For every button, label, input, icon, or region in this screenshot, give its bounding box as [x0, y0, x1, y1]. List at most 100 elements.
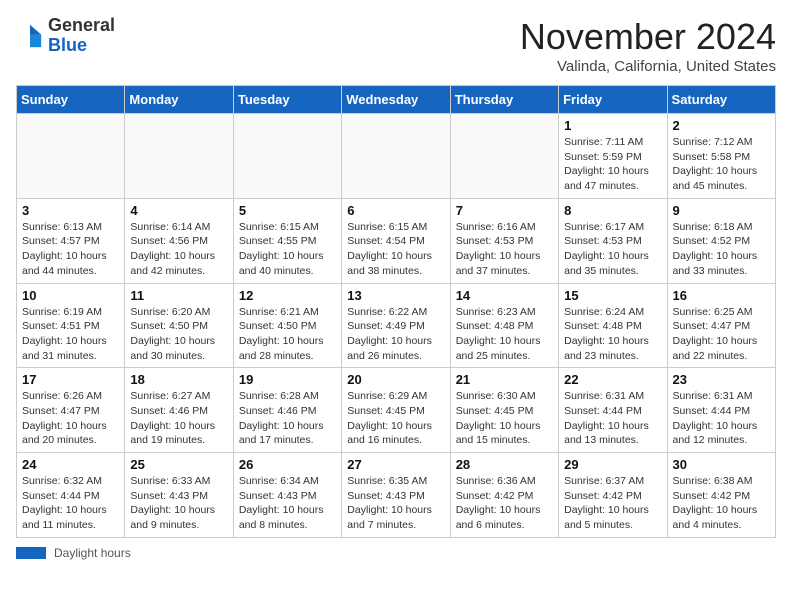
calendar-cell-w4d0: 24 Sunrise: 6:32 AM Sunset: 4:44 PM Dayli… [17, 453, 125, 538]
header: General Blue November 2024 Valinda, Cali… [16, 16, 776, 75]
day-info: Sunrise: 6:19 AM Sunset: 4:51 PM Dayligh… [22, 305, 119, 364]
logo: General Blue [16, 16, 115, 56]
day-number: 8 [564, 203, 661, 218]
calendar-cell-w3d2: 19Sunrise: 6:28 AM Sunset: 4:46 PM Dayli… [233, 368, 341, 453]
day-number: 24 [22, 457, 119, 472]
day-info: Sunrise: 6:27 AM Sunset: 4:46 PM Dayligh… [130, 389, 227, 448]
calendar: SundayMondayTuesdayWednesdayThursdayFrid… [16, 85, 776, 538]
day-number: 11 [130, 288, 227, 303]
calendar-header-saturday: Saturday [667, 86, 775, 114]
calendar-header-row: SundayMondayTuesdayWednesdayThursdayFrid… [17, 86, 776, 114]
day-info: Sunrise: 6:18 AM Sunset: 4:52 PM Dayligh… [673, 220, 770, 279]
day-number: 26 [239, 457, 336, 472]
day-info: Sunrise: 6:22 AM Sunset: 4:49 PM Dayligh… [347, 305, 444, 364]
day-info: Sunrise: 6:21 AM Sunset: 4:50 PM Dayligh… [239, 305, 336, 364]
day-number: 6 [347, 203, 444, 218]
day-info: Sunrise: 6:35 AM Sunset: 4:43 PM Dayligh… [347, 474, 444, 533]
day-number: 16 [673, 288, 770, 303]
calendar-cell-w4d6: 30Sunrise: 6:38 AM Sunset: 4:42 PM Dayli… [667, 453, 775, 538]
calendar-week-0: 1 Sunrise: 7:11 AM Sunset: 5:59 PM Daylig… [17, 114, 776, 199]
calendar-cell-w3d4: 21 Sunrise: 6:30 AM Sunset: 4:45 PM Dayli… [450, 368, 558, 453]
calendar-cell-w0d2 [233, 114, 341, 199]
title-area: November 2024 Valinda, California, Unite… [520, 16, 776, 75]
day-number: 19 [239, 372, 336, 387]
calendar-cell-w0d6: 2 Sunrise: 7:12 AM Sunset: 5:58 PM Daylig… [667, 114, 775, 199]
day-number: 13 [347, 288, 444, 303]
calendar-week-2: 10 Sunrise: 6:19 AM Sunset: 4:51 PM Dayli… [17, 283, 776, 368]
legend-label: Daylight hours [54, 546, 131, 560]
calendar-cell-w2d6: 16 Sunrise: 6:25 AM Sunset: 4:47 PM Dayli… [667, 283, 775, 368]
calendar-cell-w3d5: 22 Sunrise: 6:31 AM Sunset: 4:44 PM Dayli… [559, 368, 667, 453]
day-info: Sunrise: 6:20 AM Sunset: 4:50 PM Dayligh… [130, 305, 227, 364]
day-number: 17 [22, 372, 119, 387]
day-number: 29 [564, 457, 661, 472]
day-number: 23 [673, 372, 770, 387]
day-number: 21 [456, 372, 553, 387]
calendar-cell-w2d4: 14Sunrise: 6:23 AM Sunset: 4:48 PM Dayli… [450, 283, 558, 368]
day-number: 7 [456, 203, 553, 218]
day-number: 18 [130, 372, 227, 387]
day-number: 22 [564, 372, 661, 387]
day-number: 1 [564, 118, 661, 133]
day-info: Sunrise: 6:23 AM Sunset: 4:48 PM Dayligh… [456, 305, 553, 364]
day-number: 5 [239, 203, 336, 218]
day-number: 15 [564, 288, 661, 303]
day-number: 27 [347, 457, 444, 472]
calendar-cell-w0d5: 1 Sunrise: 7:11 AM Sunset: 5:59 PM Daylig… [559, 114, 667, 199]
day-info: Sunrise: 6:17 AM Sunset: 4:53 PM Dayligh… [564, 220, 661, 279]
day-number: 9 [673, 203, 770, 218]
day-info: Sunrise: 6:34 AM Sunset: 4:43 PM Dayligh… [239, 474, 336, 533]
calendar-cell-w1d3: 6 Sunrise: 6:15 AM Sunset: 4:54 PM Daylig… [342, 198, 450, 283]
calendar-cell-w3d6: 23 Sunrise: 6:31 AM Sunset: 4:44 PM Dayli… [667, 368, 775, 453]
calendar-cell-w1d0: 3 Sunrise: 6:13 AM Sunset: 4:57 PM Daylig… [17, 198, 125, 283]
calendar-cell-w3d0: 17 Sunrise: 6:26 AM Sunset: 4:47 PM Dayli… [17, 368, 125, 453]
calendar-cell-w0d0 [17, 114, 125, 199]
day-info: Sunrise: 7:11 AM Sunset: 5:59 PM Dayligh… [564, 135, 661, 194]
day-info: Sunrise: 6:30 AM Sunset: 4:45 PM Dayligh… [456, 389, 553, 448]
day-info: Sunrise: 6:32 AM Sunset: 4:44 PM Dayligh… [22, 474, 119, 533]
day-number: 25 [130, 457, 227, 472]
calendar-cell-w3d1: 18 Sunrise: 6:27 AM Sunset: 4:46 PM Dayli… [125, 368, 233, 453]
calendar-cell-w4d4: 28Sunrise: 6:36 AM Sunset: 4:42 PM Dayli… [450, 453, 558, 538]
calendar-week-3: 17 Sunrise: 6:26 AM Sunset: 4:47 PM Dayli… [17, 368, 776, 453]
day-info: Sunrise: 6:31 AM Sunset: 4:44 PM Dayligh… [673, 389, 770, 448]
day-info: Sunrise: 6:14 AM Sunset: 4:56 PM Dayligh… [130, 220, 227, 279]
calendar-header-thursday: Thursday [450, 86, 558, 114]
day-info: Sunrise: 6:31 AM Sunset: 4:44 PM Dayligh… [564, 389, 661, 448]
calendar-cell-w0d1 [125, 114, 233, 199]
calendar-header-monday: Monday [125, 86, 233, 114]
day-info: Sunrise: 7:12 AM Sunset: 5:58 PM Dayligh… [673, 135, 770, 194]
calendar-cell-w4d1: 25 Sunrise: 6:33 AM Sunset: 4:43 PM Dayli… [125, 453, 233, 538]
day-number: 20 [347, 372, 444, 387]
day-number: 2 [673, 118, 770, 133]
day-number: 12 [239, 288, 336, 303]
legend-bar [16, 547, 46, 559]
calendar-cell-w0d4 [450, 114, 558, 199]
day-info: Sunrise: 6:13 AM Sunset: 4:57 PM Dayligh… [22, 220, 119, 279]
calendar-cell-w2d5: 15 Sunrise: 6:24 AM Sunset: 4:48 PM Dayli… [559, 283, 667, 368]
day-info: Sunrise: 6:16 AM Sunset: 4:53 PM Dayligh… [456, 220, 553, 279]
calendar-header-sunday: Sunday [17, 86, 125, 114]
calendar-week-4: 24 Sunrise: 6:32 AM Sunset: 4:44 PM Dayli… [17, 453, 776, 538]
day-number: 30 [673, 457, 770, 472]
calendar-cell-w0d3 [342, 114, 450, 199]
day-info: Sunrise: 6:26 AM Sunset: 4:47 PM Dayligh… [22, 389, 119, 448]
calendar-cell-w1d4: 7 Sunrise: 6:16 AM Sunset: 4:53 PM Daylig… [450, 198, 558, 283]
day-info: Sunrise: 6:33 AM Sunset: 4:43 PM Dayligh… [130, 474, 227, 533]
day-number: 10 [22, 288, 119, 303]
calendar-cell-w4d5: 29Sunrise: 6:37 AM Sunset: 4:42 PM Dayli… [559, 453, 667, 538]
day-info: Sunrise: 6:25 AM Sunset: 4:47 PM Dayligh… [673, 305, 770, 364]
footer-legend: Daylight hours [16, 546, 776, 560]
day-info: Sunrise: 6:24 AM Sunset: 4:48 PM Dayligh… [564, 305, 661, 364]
day-number: 28 [456, 457, 553, 472]
day-number: 3 [22, 203, 119, 218]
calendar-cell-w4d2: 26 Sunrise: 6:34 AM Sunset: 4:43 PM Dayli… [233, 453, 341, 538]
location: Valinda, California, United States [520, 58, 776, 75]
calendar-week-1: 3 Sunrise: 6:13 AM Sunset: 4:57 PM Daylig… [17, 198, 776, 283]
calendar-cell-w1d6: 9 Sunrise: 6:18 AM Sunset: 4:52 PM Daylig… [667, 198, 775, 283]
logo-blue: Blue [48, 35, 87, 55]
calendar-header-friday: Friday [559, 86, 667, 114]
logo-icon [16, 22, 44, 50]
calendar-cell-w1d2: 5Sunrise: 6:15 AM Sunset: 4:55 PM Daylig… [233, 198, 341, 283]
day-info: Sunrise: 6:15 AM Sunset: 4:54 PM Dayligh… [347, 220, 444, 279]
